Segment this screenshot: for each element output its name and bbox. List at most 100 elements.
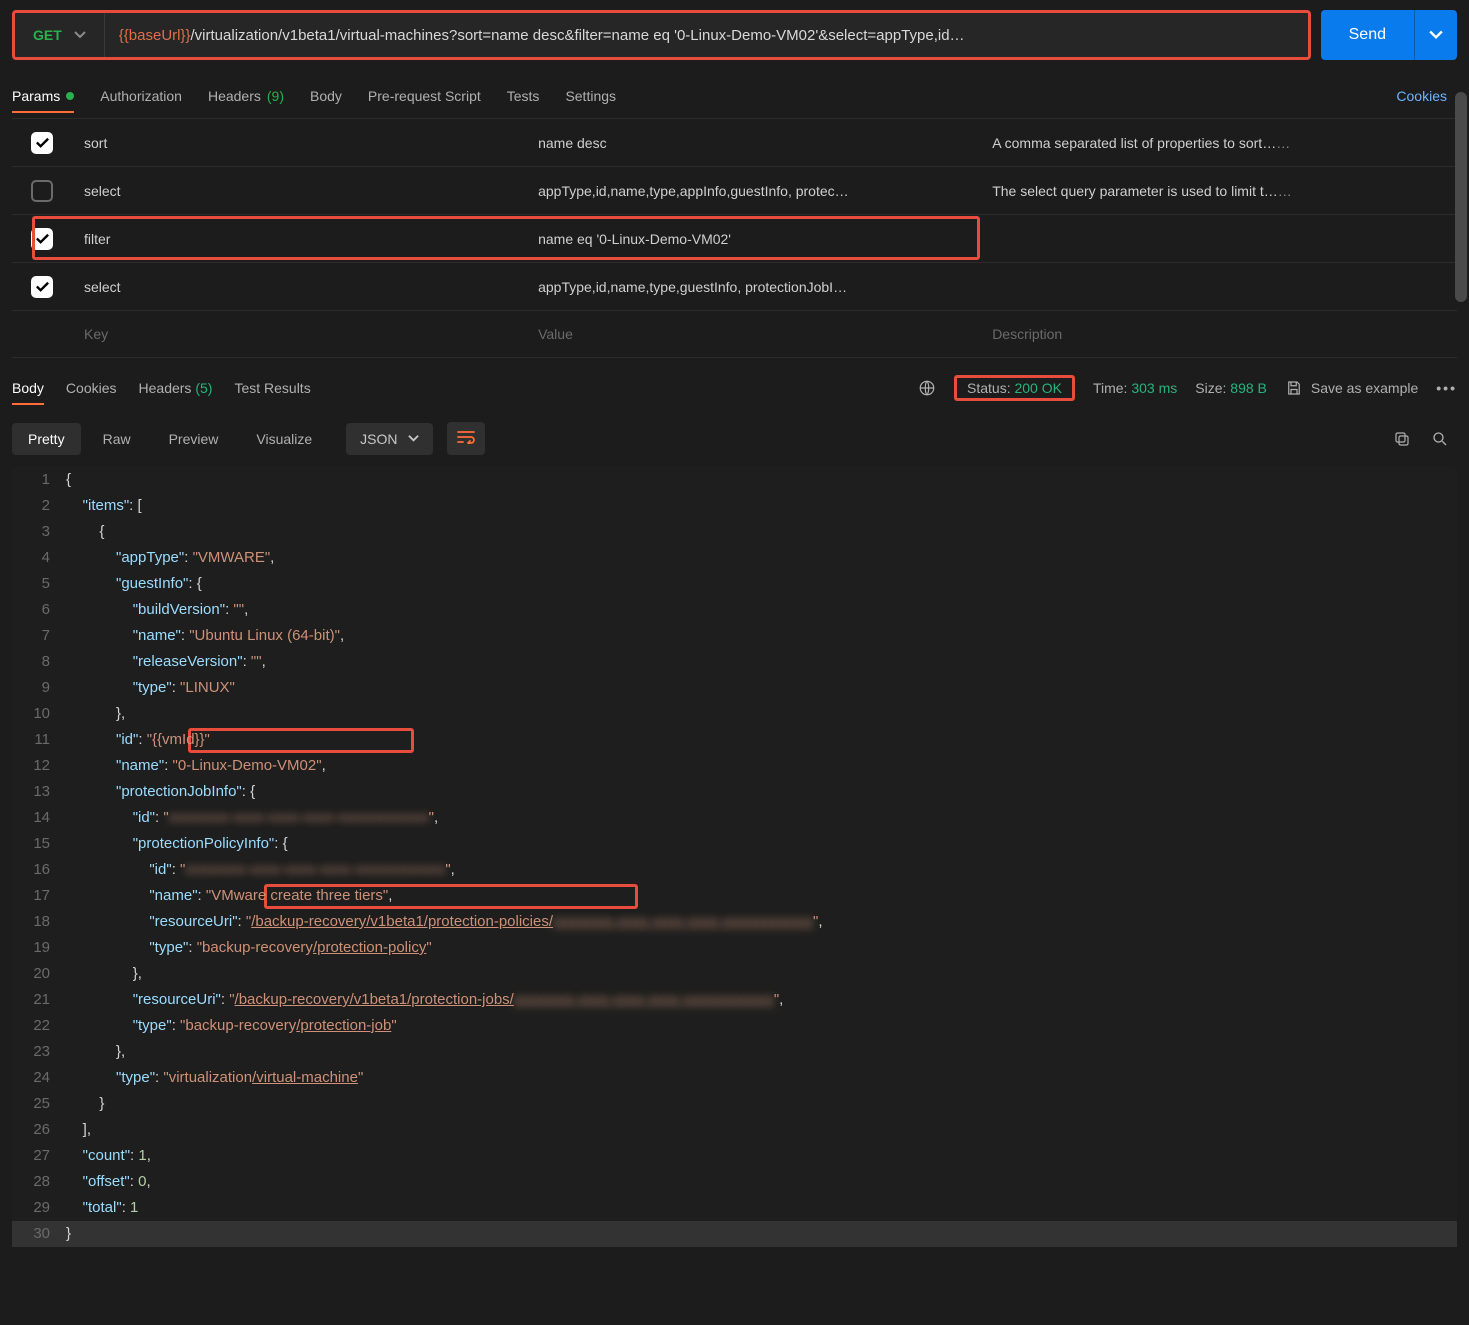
headers-count: (9) bbox=[267, 88, 284, 104]
param-key[interactable]: select bbox=[72, 173, 526, 209]
code-line: 19 "type": "backup-recovery/protection-p… bbox=[12, 935, 1457, 961]
param-row: filter name eq '0-Linux-Demo-VM02' bbox=[12, 214, 1457, 262]
tab-label: Headers bbox=[208, 88, 261, 104]
search-icon bbox=[1431, 430, 1449, 448]
copy-icon bbox=[1393, 430, 1411, 448]
size-value: 898 B bbox=[1230, 380, 1267, 396]
chevron-down-icon bbox=[408, 433, 419, 444]
view-raw[interactable]: Raw bbox=[87, 423, 147, 455]
view-pretty[interactable]: Pretty bbox=[12, 423, 81, 455]
code-line: 27 "count": 1, bbox=[12, 1143, 1457, 1169]
status-badge: Status: 200 OK bbox=[954, 375, 1075, 401]
code-line: 11 "id": "{{vmId}}" bbox=[12, 727, 1457, 753]
save-icon bbox=[1285, 379, 1303, 397]
param-key[interactable]: select bbox=[72, 269, 526, 305]
params-modified-dot bbox=[66, 92, 74, 100]
tab-label: Params bbox=[12, 88, 60, 104]
wrap-icon bbox=[457, 430, 475, 444]
search-button[interactable] bbox=[1431, 430, 1449, 448]
view-visualize[interactable]: Visualize bbox=[240, 423, 328, 455]
checkbox-checked[interactable] bbox=[31, 276, 53, 298]
network-icon[interactable] bbox=[918, 379, 936, 397]
tab-params[interactable]: Params bbox=[12, 80, 74, 112]
code-line: 20 }, bbox=[12, 961, 1457, 987]
request-tabs: Params Authorization Headers (9) Body Pr… bbox=[12, 76, 1457, 112]
code-line: 10 }, bbox=[12, 701, 1457, 727]
param-row-new[interactable]: Key Value Description bbox=[12, 310, 1457, 358]
status-value: 200 OK bbox=[1014, 380, 1061, 396]
param-desc-placeholder[interactable]: Description bbox=[980, 316, 1457, 352]
size-label: Size: bbox=[1195, 380, 1226, 396]
param-key[interactable]: sort bbox=[72, 125, 526, 161]
headers-count: (5) bbox=[195, 380, 212, 396]
copy-button[interactable] bbox=[1393, 430, 1411, 448]
time-badge: Time: 303 ms bbox=[1093, 380, 1177, 396]
code-line: 9 "type": "LINUX" bbox=[12, 675, 1457, 701]
param-value[interactable]: appType,id,name,type,appInfo,guestInfo, … bbox=[526, 173, 980, 209]
cookies-link[interactable]: Cookies bbox=[1396, 88, 1457, 104]
method-label: GET bbox=[33, 27, 62, 43]
param-desc[interactable] bbox=[980, 277, 1457, 297]
code-line: 26 ], bbox=[12, 1117, 1457, 1143]
param-key-placeholder[interactable]: Key bbox=[72, 316, 526, 352]
code-line: 16 "id": "xxxxxxxx-xxxx-xxxx-xxxx-xxxxxx… bbox=[12, 857, 1457, 883]
scrollbar[interactable] bbox=[1455, 92, 1467, 302]
body-toolbar: Pretty Raw Preview Visualize JSON bbox=[12, 404, 1457, 463]
code-line: 25 } bbox=[12, 1091, 1457, 1117]
param-value[interactable]: name desc bbox=[526, 125, 980, 161]
send-button[interactable]: Send bbox=[1321, 10, 1414, 60]
checkbox-checked[interactable] bbox=[31, 132, 53, 154]
tab-settings[interactable]: Settings bbox=[565, 80, 616, 112]
code-line: 17 "name": "VMware create three tiers", bbox=[12, 883, 1457, 909]
url-var: {{baseUrl}} bbox=[119, 27, 191, 44]
tab-authorization[interactable]: Authorization bbox=[100, 80, 182, 112]
code-line: 18 "resourceUri": "/backup-recovery/v1be… bbox=[12, 909, 1457, 935]
resp-tab-body[interactable]: Body bbox=[12, 372, 44, 404]
code-line: 30} bbox=[12, 1221, 1457, 1247]
chevron-down-icon bbox=[74, 29, 86, 41]
code-line: 3 { bbox=[12, 519, 1457, 545]
param-value[interactable]: appType,id,name,type,guestInfo, protecti… bbox=[526, 269, 980, 305]
param-desc[interactable]: The select query parameter is used to li… bbox=[980, 173, 1457, 209]
resp-tab-cookies[interactable]: Cookies bbox=[66, 372, 117, 404]
format-dropdown[interactable]: JSON bbox=[346, 423, 432, 455]
view-preview[interactable]: Preview bbox=[153, 423, 235, 455]
tab-tests[interactable]: Tests bbox=[507, 80, 540, 112]
tab-headers[interactable]: Headers (9) bbox=[208, 80, 284, 112]
method-dropdown[interactable]: GET bbox=[15, 13, 105, 57]
response-body[interactable]: 1{2 "items": [3 {4 "appType": "VMWARE",5… bbox=[12, 467, 1457, 1247]
code-line: 4 "appType": "VMWARE", bbox=[12, 545, 1457, 571]
url-input[interactable]: {{baseUrl}}/virtualization/v1beta1/virtu… bbox=[105, 13, 1308, 57]
resp-tab-headers[interactable]: Headers (5) bbox=[139, 372, 213, 404]
more-options-button[interactable]: ••• bbox=[1436, 380, 1457, 396]
checkbox-checked[interactable] bbox=[31, 228, 53, 250]
checkbox-unchecked[interactable] bbox=[31, 180, 53, 202]
params-table: sort name desc A comma separated list of… bbox=[12, 118, 1457, 358]
param-desc[interactable]: A comma separated list of properties to … bbox=[980, 125, 1457, 161]
send-options-button[interactable] bbox=[1414, 10, 1457, 60]
save-label: Save as example bbox=[1311, 380, 1418, 396]
response-header: Body Cookies Headers (5) Test Results St… bbox=[12, 358, 1457, 404]
param-desc[interactable] bbox=[980, 229, 1457, 249]
param-value[interactable]: name eq '0-Linux-Demo-VM02' bbox=[526, 221, 980, 257]
size-badge: Size: 898 B bbox=[1195, 380, 1267, 396]
code-line: 13 "protectionJobInfo": { bbox=[12, 779, 1457, 805]
wrap-lines-button[interactable] bbox=[447, 422, 485, 455]
param-row: sort name desc A comma separated list of… bbox=[12, 118, 1457, 166]
code-line: 15 "protectionPolicyInfo": { bbox=[12, 831, 1457, 857]
resp-tab-tests[interactable]: Test Results bbox=[234, 372, 310, 404]
code-line: 12 "name": "0-Linux-Demo-VM02", bbox=[12, 753, 1457, 779]
code-line: 24 "type": "virtualization/virtual-machi… bbox=[12, 1065, 1457, 1091]
code-line: 21 "resourceUri": "/backup-recovery/v1be… bbox=[12, 987, 1457, 1013]
code-line: 5 "guestInfo": { bbox=[12, 571, 1457, 597]
tab-prerequest[interactable]: Pre-request Script bbox=[368, 80, 481, 112]
code-line: 23 }, bbox=[12, 1039, 1457, 1065]
time-label: Time: bbox=[1093, 380, 1127, 396]
code-line: 29 "total": 1 bbox=[12, 1195, 1457, 1221]
param-value-placeholder[interactable]: Value bbox=[526, 316, 980, 352]
tab-label: Headers bbox=[139, 380, 192, 396]
code-line: 14 "id": "xxxxxxxx-xxxx-xxxx-xxxx-xxxxxx… bbox=[12, 805, 1457, 831]
param-key[interactable]: filter bbox=[72, 221, 526, 257]
save-example-button[interactable]: Save as example bbox=[1285, 379, 1418, 397]
tab-body[interactable]: Body bbox=[310, 80, 342, 112]
